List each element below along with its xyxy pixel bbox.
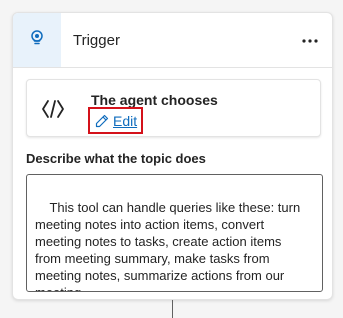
card-title: Trigger	[73, 32, 120, 49]
description-textarea[interactable]: This tool can handle queries like these:…	[26, 174, 323, 292]
description-text: This tool can handle queries like these:…	[35, 200, 301, 291]
edit-label: Edit	[113, 112, 138, 129]
trigger-icon-container	[13, 13, 61, 67]
pencil-icon	[95, 114, 109, 128]
flow-connector-line	[172, 300, 173, 318]
resize-grip-icon[interactable]	[309, 278, 319, 288]
trigger-option-card: The agent chooses Edit	[26, 79, 321, 137]
card-header: Trigger	[13, 13, 332, 67]
trigger-option-title: The agent chooses	[91, 92, 218, 108]
more-options-button[interactable]	[298, 27, 322, 51]
agent-logo-icon	[41, 98, 65, 120]
lightbulb-icon	[28, 29, 46, 52]
header-divider	[13, 67, 332, 68]
description-label: Describe what the topic does	[26, 151, 206, 166]
more-horizontal-icon	[302, 30, 318, 48]
edit-link[interactable]: Edit	[88, 107, 143, 134]
trigger-card: Trigger The agent chooses Edit Describe …	[12, 12, 333, 300]
